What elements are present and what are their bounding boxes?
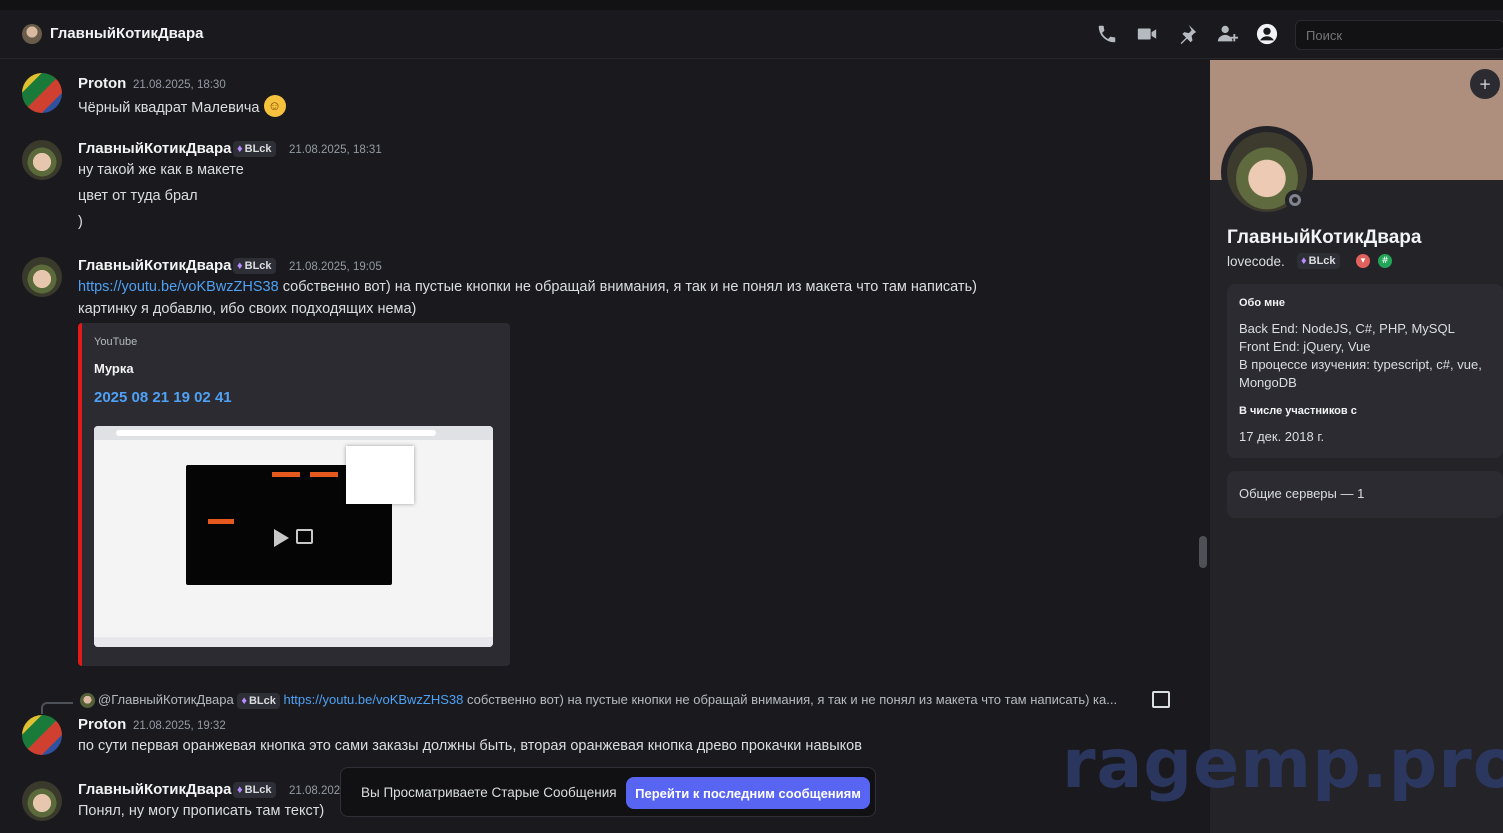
reply-preview[interactable]: @ГлавныйКотикДвара ♦ BLck https://youtu.b…	[98, 692, 1117, 709]
about-heading: Обо мне	[1239, 297, 1286, 309]
member-since-date: 17 дек. 2018 г.	[1239, 429, 1325, 444]
youtube-embed: YouTube Мурка 2025 08 21 19 02 41	[78, 323, 510, 666]
phone-icon[interactable]	[1096, 23, 1120, 47]
guild-tag-badge[interactable]: ♦ BLck	[233, 782, 276, 798]
grinning-face-icon: ☺	[263, 95, 286, 117]
flame-icon: ♦	[237, 143, 243, 155]
message-link[interactable]: https://youtu.be/voKBwzZHS38	[78, 279, 279, 295]
about-line: Back End: NodeJS, C#, PHP, MySQL	[1239, 321, 1455, 336]
message-author[interactable]: ГлавныйКотикДвара	[78, 140, 232, 157]
reply-avatar	[80, 693, 95, 708]
profile-username: lovecode.	[1227, 254, 1285, 269]
dm-avatar	[22, 24, 42, 44]
profile-badge-icon[interactable]: ▾	[1356, 254, 1370, 268]
thumbnail-address-bar	[116, 430, 436, 436]
message-text: https://youtu.be/voKBwzZHS38 собственно …	[78, 279, 977, 295]
message-list: Proton 21.08.2025, 18:30 Чёрный квадрат …	[0, 60, 1210, 833]
video-thumbnail[interactable]	[94, 426, 493, 647]
flame-icon: ♦	[241, 695, 247, 707]
mutual-servers-label: Общие серверы — 1	[1239, 486, 1365, 501]
thumbnail-orange-button	[272, 472, 300, 477]
message-timestamp: 21.08.2025, 18:31	[289, 144, 382, 156]
message-timestamp: 21.08.2025, 19:32	[133, 720, 226, 732]
embed-author[interactable]: Мурка	[94, 361, 134, 376]
message-timestamp: 21.08.202	[289, 785, 341, 797]
message-text: по сути первая оранжевая кнопка это сами…	[78, 738, 862, 754]
channel-header: ГлавныйКотикДвара	[0, 10, 1503, 59]
add-member-icon[interactable]	[1216, 23, 1240, 47]
message-timestamp: 21.08.2025, 19:05	[289, 261, 382, 273]
about-me-card: Обо мне Back End: NodeJS, C#, PHP, MySQL…	[1227, 284, 1503, 458]
guild-tag-badge[interactable]: ♦ BLck	[1297, 253, 1340, 269]
old-messages-notice: Вы Просматриваете Старые Сообщения	[361, 785, 617, 800]
message-author[interactable]: Proton	[78, 75, 126, 92]
message-text: картинку я добавлю, ибо своих подходящих…	[78, 301, 417, 317]
profile-display-name: ГлавныйКотикДвара	[1227, 227, 1422, 248]
thumbnail-orange-button	[310, 472, 338, 477]
play-icon[interactable]	[274, 529, 289, 547]
message-text: Чёрный квадрат Малевича ☺	[78, 95, 286, 119]
flame-icon: ♦	[237, 784, 243, 796]
user-profile-icon[interactable]	[1256, 23, 1280, 47]
video-icon[interactable]	[1136, 23, 1160, 47]
window-top-strip	[0, 0, 1503, 10]
open-external-icon[interactable]	[296, 529, 313, 544]
channel-title: ГлавныйКотикДвара	[50, 25, 204, 42]
message-author[interactable]: ГлавныйКотикДвара	[78, 781, 232, 798]
jump-to-present-bar: Вы Просматриваете Старые Сообщения Перей…	[340, 767, 876, 817]
embed-provider[interactable]: YouTube	[94, 336, 137, 348]
profile-badge-icon[interactable]: #	[1378, 254, 1392, 268]
avatar[interactable]	[22, 781, 62, 821]
message-timestamp: 21.08.2025, 18:30	[133, 79, 226, 91]
reply-connector	[41, 702, 73, 714]
jump-to-present-button[interactable]: Перейти к последним сообщениям	[626, 777, 870, 809]
message-author[interactable]: ГлавныйКотикДвара	[78, 257, 232, 274]
guild-tag-badge[interactable]: ♦ BLck	[233, 141, 276, 157]
thumbnail-taskbar	[94, 637, 493, 647]
message-text: ну такой же как в макете	[78, 162, 244, 178]
guild-tag-badge: ♦ BLck	[237, 693, 280, 709]
offline-status-icon	[1285, 190, 1305, 210]
message-author[interactable]: Proton	[78, 716, 126, 733]
avatar[interactable]	[22, 140, 62, 180]
about-line: В процессе изучения: typescript, c#, vue…	[1239, 357, 1482, 372]
member-since-heading: В числе участников с	[1239, 405, 1357, 417]
mutual-servers-card[interactable]: Общие серверы — 1	[1227, 471, 1503, 518]
image-icon	[1152, 691, 1170, 708]
thumbnail-context-menu	[346, 446, 414, 504]
message-text: цвет от туда брал	[78, 188, 198, 204]
thumbnail-orange-button	[208, 519, 234, 524]
watermark: ragemp.pro	[1062, 725, 1503, 804]
about-line: MongoDB	[1239, 375, 1297, 390]
flame-icon: ♦	[237, 260, 243, 272]
pin-icon[interactable]	[1176, 23, 1200, 47]
add-friend-icon[interactable]: +	[1470, 69, 1500, 99]
flame-icon: ♦	[1301, 255, 1307, 267]
guild-tag-badge[interactable]: ♦ BLck	[233, 258, 276, 274]
about-line: Front End: jQuery, Vue	[1239, 339, 1371, 354]
thumbnail-browser-bar	[94, 426, 493, 440]
scrollbar-thumb[interactable]	[1199, 536, 1207, 568]
search-input[interactable]	[1295, 20, 1503, 50]
avatar[interactable]	[22, 257, 62, 297]
user-profile-panel: + ГлавныйКотикДвара lovecode. ♦ BLck ▾ # …	[1210, 60, 1503, 833]
embed-title-link[interactable]: 2025 08 21 19 02 41	[94, 389, 232, 406]
avatar[interactable]	[22, 715, 62, 755]
avatar[interactable]	[22, 73, 62, 113]
message-text: )	[78, 214, 83, 230]
message-text: Понял, ну могу прописать там текст)	[78, 803, 325, 819]
